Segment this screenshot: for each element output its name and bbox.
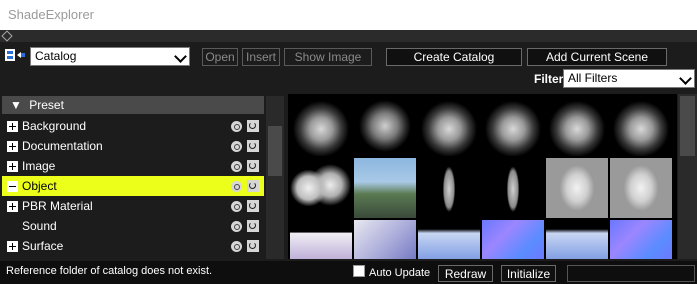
tree-item-label: PBR Material — [22, 199, 93, 213]
pin-bar — [0, 30, 697, 42]
thumbnail-normal-map[interactable] — [610, 220, 672, 259]
search-icon[interactable] — [231, 181, 242, 192]
initialize-button[interactable]: Initialize — [501, 265, 556, 282]
thumbnail-smoke-cloud[interactable] — [482, 96, 544, 156]
thumbnail-blocks-row[interactable] — [290, 220, 352, 259]
thumbnail-normal-map[interactable] — [482, 220, 544, 259]
expand-plus-icon[interactable] — [7, 141, 18, 152]
tree-header-preset[interactable]: ▼ Preset — [2, 96, 264, 114]
window-title: ShadeExplorer — [8, 7, 94, 22]
gallery-scrollbar-thumb[interactable] — [680, 96, 695, 156]
tree-scrollbar[interactable] — [266, 96, 284, 259]
tree-item-documentation[interactable]: Documentation — [2, 136, 264, 156]
tree-item-image[interactable]: Image — [2, 156, 264, 176]
thumbnail-bust-statue[interactable] — [610, 158, 672, 218]
chevron-down-icon — [679, 72, 692, 85]
thumbnail-smoke-ball[interactable] — [354, 96, 416, 156]
search-icon[interactable] — [231, 161, 242, 172]
filter-select-value: All Filters — [568, 71, 618, 85]
search-icon[interactable] — [231, 121, 242, 132]
auto-update-label: Auto Update — [369, 267, 431, 279]
title-bar: ShadeExplorer — [0, 0, 697, 30]
thumbnail-gallery — [288, 94, 677, 259]
filter-select[interactable]: All Filters — [563, 69, 695, 88]
filter-label: Filter — [534, 72, 564, 86]
gallery-scrollbar[interactable] — [678, 94, 697, 259]
open-button[interactable]: Open — [202, 48, 238, 66]
search-icon[interactable] — [231, 141, 242, 152]
tree-header-label: Preset — [29, 98, 64, 112]
refresh-icon[interactable] — [247, 180, 259, 192]
refresh-icon[interactable] — [247, 240, 259, 252]
refresh-icon[interactable] — [247, 160, 259, 172]
refresh-icon[interactable] — [247, 200, 259, 212]
refresh-icon[interactable] — [247, 140, 259, 152]
thumbnail-bust-statue[interactable] — [546, 158, 608, 218]
status-message: Reference folder of catalog does not exi… — [6, 265, 213, 277]
tree-item-label: Surface — [22, 239, 64, 253]
expand-plus-icon[interactable] — [7, 241, 18, 252]
catalog-select-value: Catalog — [35, 49, 77, 63]
thumbnail-smoke-cloud[interactable] — [546, 96, 608, 156]
collapse-triangle-icon: ▼ — [10, 98, 22, 112]
chevron-down-icon — [174, 50, 187, 63]
expand-plus-icon[interactable] — [7, 201, 18, 212]
thumbnail-smoke-cloud[interactable] — [290, 96, 352, 156]
redraw-button[interactable]: Redraw — [438, 265, 493, 282]
thumbnail-smoke-cloud[interactable] — [418, 96, 480, 156]
thumbnail-building-scene[interactable] — [354, 158, 416, 218]
thumbnail-human-figure[interactable] — [482, 158, 544, 218]
search-icon[interactable] — [231, 201, 242, 212]
insert-button[interactable]: Insert — [242, 48, 280, 66]
catalog-select[interactable]: Catalog — [30, 47, 190, 66]
show-image-button[interactable]: Show Image — [284, 48, 372, 66]
auto-update-checkbox[interactable] — [353, 265, 365, 277]
add-current-scene-button[interactable]: Add Current Scene — [527, 48, 667, 66]
expand-plus-icon[interactable] — [7, 161, 18, 172]
thumbnail-cloud-puffs[interactable] — [290, 158, 352, 218]
refresh-icon[interactable] — [247, 120, 259, 132]
search-icon[interactable] — [231, 221, 242, 232]
tree-item-object[interactable]: Object — [2, 176, 264, 196]
tree-item-label: Background — [22, 119, 87, 133]
refresh-icon[interactable] — [247, 220, 259, 232]
collapse-minus-icon[interactable] — [7, 181, 18, 192]
thumbnail-gradient-plane[interactable] — [418, 220, 480, 259]
search-icon[interactable] — [231, 241, 242, 252]
thumbnail-human-figure[interactable] — [418, 158, 480, 218]
catalog-icon[interactable] — [4, 48, 26, 62]
tree-item-label: Sound — [22, 219, 57, 233]
tree-item-background[interactable]: Background — [2, 116, 264, 136]
tree-item-label: Documentation — [22, 139, 103, 153]
thumbnail-smoke-cloud[interactable] — [610, 96, 672, 156]
thumbnail-robot-arm[interactable] — [354, 220, 416, 259]
tree-item-label: Object — [22, 179, 57, 193]
tree-scrollbar-thumb[interactable] — [268, 126, 282, 176]
tree-item-surface[interactable]: Surface — [2, 236, 264, 256]
thumbnail-gradient-plane[interactable] — [546, 220, 608, 259]
status-field — [567, 265, 695, 282]
create-catalog-button[interactable]: Create Catalog — [386, 48, 522, 66]
tree-item-pbr-material[interactable]: PBR Material — [2, 196, 264, 216]
pin-icon[interactable] — [1, 30, 13, 42]
tree-item-label: Image — [22, 159, 56, 173]
tree-item-sound[interactable]: Sound — [2, 216, 264, 236]
expand-plus-icon[interactable] — [7, 121, 18, 132]
